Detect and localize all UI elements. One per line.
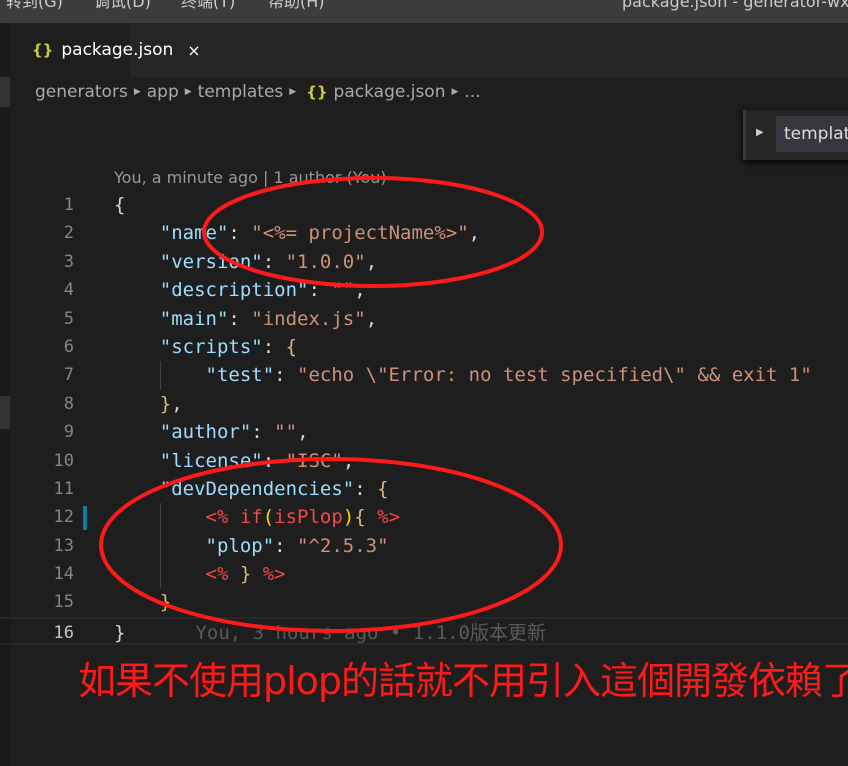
annotation-ellipse-devdeps: [99, 457, 563, 633]
annotation-ellipse-name: [202, 176, 544, 288]
annotation-text: 如果不使用plop的話就不用引入這個開發依賴了: [78, 659, 848, 703]
